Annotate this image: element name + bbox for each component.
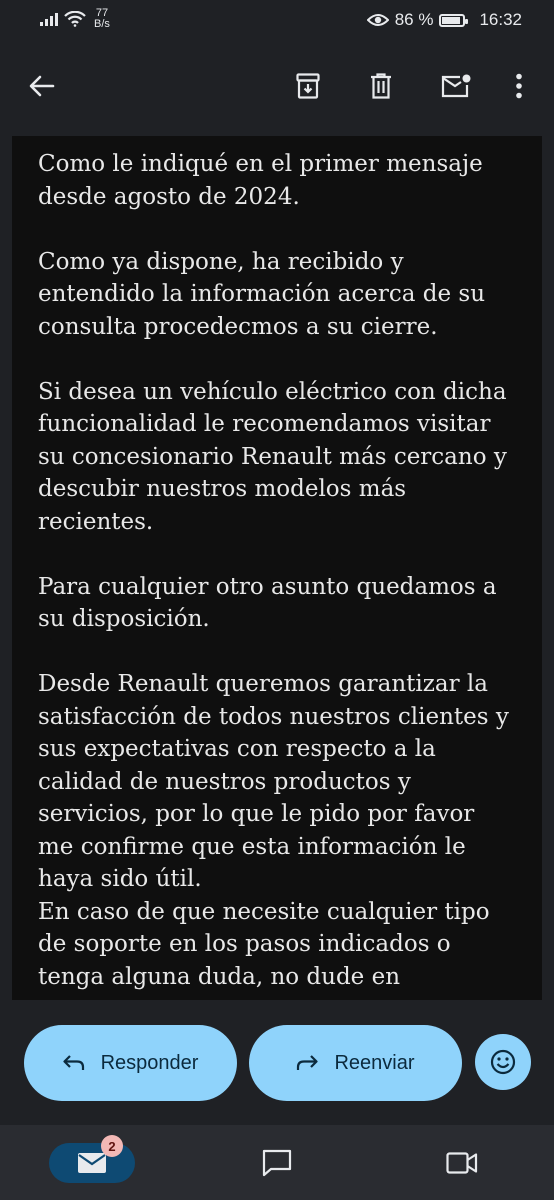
status-bar-right: 86 % 16:32 <box>366 10 522 30</box>
back-button[interactable] <box>20 64 64 108</box>
status-bar-left: 77 B/s <box>40 8 110 30</box>
message-paragraph: Para cualquier otro asunto quedamos a su… <box>38 573 497 633</box>
message-body[interactable]: Como le indiqué en el primer mensaje des… <box>12 136 542 1000</box>
battery-percent: 86 % <box>394 10 434 29</box>
message-text: Como le indiqué en el primer mensaje des… <box>12 136 542 993</box>
archive-icon <box>296 73 320 99</box>
forward-button[interactable]: Reenviar <box>249 1025 462 1101</box>
bottom-navigation: 2 <box>0 1125 554 1200</box>
nav-mail[interactable]: 2 <box>49 1135 135 1183</box>
network-speed: 77 B/s <box>94 8 110 30</box>
status-bar: 77 B/s 86 % 16:32 <box>0 0 554 42</box>
back-arrow-icon <box>29 75 55 97</box>
reply-label: Responder <box>100 1051 199 1074</box>
emoji-reaction-button[interactable] <box>475 1034 531 1090</box>
message-paragraph: Desde Renault queremos garantizar la sat… <box>38 671 509 892</box>
chat-icon <box>262 1149 292 1177</box>
mark-unread-button[interactable] <box>434 64 478 108</box>
mark-unread-icon <box>441 74 471 98</box>
battery-icon <box>439 13 469 27</box>
forward-label: Reenviar <box>334 1051 415 1074</box>
archive-button[interactable] <box>286 64 330 108</box>
mail-badge: 2 <box>101 1135 123 1157</box>
network-speed-unit: B/s <box>94 18 110 30</box>
reply-button[interactable]: Responder <box>24 1025 237 1101</box>
more-vert-icon <box>516 73 522 99</box>
emoji-icon <box>490 1049 516 1075</box>
signal-icon <box>40 13 58 26</box>
nav-meet[interactable] <box>440 1143 484 1183</box>
message-paragraph: Si desea un vehículo eléctrico con dicha… <box>38 378 507 535</box>
reply-icon <box>62 1055 84 1070</box>
message-paragraph: En caso de que necesite cualquier tipo d… <box>38 898 490 990</box>
message-paragraph: Como ya dispone, ha recibido y entendido… <box>38 248 486 340</box>
battery-level <box>442 16 460 24</box>
message-paragraph: Como le indiqué en el primer mensaje des… <box>38 151 483 210</box>
delete-icon <box>371 73 391 99</box>
message-toolbar <box>0 42 554 136</box>
wifi-icon <box>64 11 86 27</box>
more-options-button[interactable] <box>497 64 541 108</box>
delete-button[interactable] <box>359 64 403 108</box>
nav-chat[interactable] <box>255 1143 299 1183</box>
mail-icon <box>78 1153 106 1173</box>
reply-actions-bar: Responder Reenviar <box>0 1000 554 1125</box>
eye-comfort-icon <box>366 14 389 26</box>
forward-icon <box>297 1055 319 1070</box>
clock: 16:32 <box>479 10 522 29</box>
video-camera-icon <box>446 1152 478 1174</box>
